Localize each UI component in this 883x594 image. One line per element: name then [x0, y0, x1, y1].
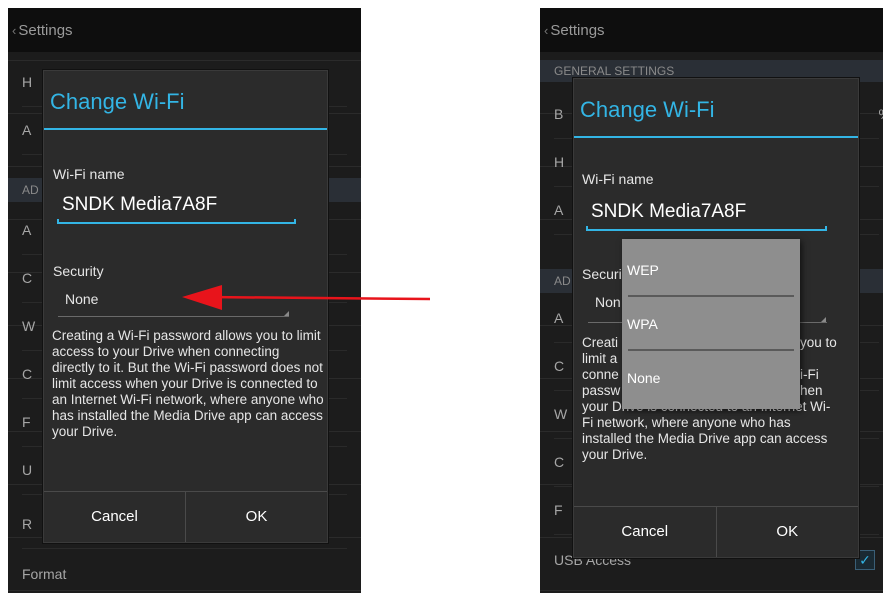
arrow-head-icon — [182, 285, 222, 310]
arrow-shaft — [204, 295, 431, 301]
annotation-arrow — [182, 285, 431, 310]
